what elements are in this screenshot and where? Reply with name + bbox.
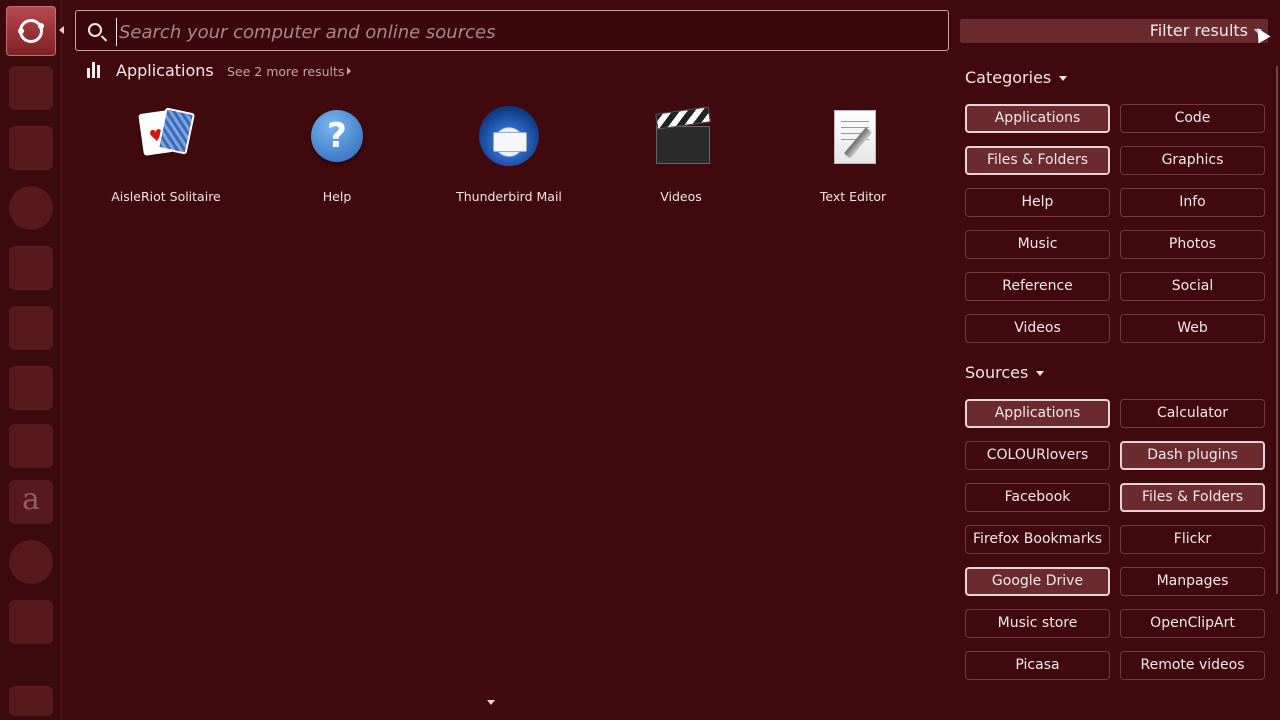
launcher: a <box>0 0 64 720</box>
solitaire-icon: ♥ <box>137 106 196 164</box>
source-filter-button[interactable]: Facebook <box>965 483 1110 512</box>
category-filter-button[interactable]: Social <box>1120 272 1265 301</box>
app-tile-thunderbird[interactable]: Thunderbird Mail <box>429 104 589 214</box>
app-tile-help[interactable]: ? Help <box>257 104 417 214</box>
category-filter-button[interactable]: Music <box>965 230 1110 259</box>
category-filter-button[interactable]: Videos <box>965 314 1110 343</box>
thunderbird-icon <box>479 106 539 166</box>
source-filter-button[interactable]: Dash plugins <box>1120 441 1265 470</box>
amazon-icon[interactable]: a <box>9 480 53 524</box>
launcher-active-arrow-icon <box>59 26 64 34</box>
categories-title: Categories <box>965 68 1052 87</box>
source-filter-button[interactable]: Google Drive <box>965 567 1110 596</box>
results-heading: Applications <box>116 61 214 80</box>
category-filter-button[interactable]: Graphics <box>1120 146 1265 175</box>
videos-icon <box>652 106 711 164</box>
source-filter-button[interactable]: Flickr <box>1120 525 1265 554</box>
app-label: Videos <box>660 189 702 204</box>
see-more-results-link[interactable]: See 2 more results <box>227 64 344 79</box>
category-filter-button[interactable]: Files & Folders <box>965 146 1110 175</box>
category-filter-button[interactable]: Info <box>1120 188 1265 217</box>
app-tile-solitaire[interactable]: ♥ AisleRiot Solitaire <box>86 104 246 214</box>
impress-icon[interactable] <box>9 366 53 410</box>
app-tile-text-editor[interactable]: Text Editor <box>773 104 933 214</box>
dash-home-button[interactable] <box>6 6 56 56</box>
source-filter-button[interactable]: Firefox Bookmarks <box>965 525 1110 554</box>
source-filter-button[interactable]: Manpages <box>1120 567 1265 596</box>
chevron-down-icon <box>1059 76 1068 81</box>
text-editor-icon <box>824 106 882 164</box>
source-filter-button[interactable]: Remote videos <box>1120 651 1265 680</box>
category-filter-button[interactable]: Help <box>965 188 1110 217</box>
trash-icon[interactable] <box>9 686 53 716</box>
app-label: AisleRiot Solitaire <box>111 189 221 204</box>
categories-section-toggle[interactable]: Categories <box>965 68 1068 87</box>
files-icon[interactable] <box>9 66 53 110</box>
app-label: Thunderbird Mail <box>456 189 562 204</box>
chevron-down-icon <box>1036 371 1045 376</box>
source-filter-button[interactable]: Music store <box>965 609 1110 638</box>
calc-icon[interactable] <box>9 306 53 350</box>
source-filter-button[interactable]: OpenClipArt <box>1120 609 1265 638</box>
settings-icon[interactable] <box>9 540 53 584</box>
app-tile-videos[interactable]: Videos <box>601 104 761 214</box>
writer-icon[interactable] <box>9 246 53 290</box>
ubuntu-logo-icon <box>18 19 44 43</box>
source-filter-button[interactable]: Picasa <box>965 651 1110 680</box>
search-box <box>75 10 949 51</box>
category-filter-button[interactable]: Code <box>1120 104 1265 133</box>
browser-icon[interactable] <box>9 126 53 170</box>
category-filter-button[interactable]: Applications <box>965 104 1110 133</box>
app-label: Help <box>322 189 352 204</box>
app-label: Text Editor <box>819 189 887 204</box>
applications-lens-icon <box>87 62 103 78</box>
filter-scrollbar[interactable] <box>1276 66 1278 594</box>
search-input[interactable] <box>116 18 921 46</box>
app-icon[interactable] <box>9 186 53 230</box>
source-filter-button[interactable]: Applications <box>965 399 1110 428</box>
category-filter-button[interactable]: Photos <box>1120 230 1265 259</box>
source-filter-button[interactable]: COLOURlovers <box>965 441 1110 470</box>
filter-results-toggle[interactable]: Filter results <box>960 19 1268 43</box>
source-filter-button[interactable]: Files & Folders <box>1120 483 1265 512</box>
sources-section-toggle[interactable]: Sources <box>965 363 1045 382</box>
search-icon <box>88 23 102 37</box>
category-filter-button[interactable]: Web <box>1120 314 1265 343</box>
expand-arrow-icon[interactable] <box>347 67 351 75</box>
software-center-icon[interactable] <box>9 424 53 468</box>
source-filter-button[interactable]: Calculator <box>1120 399 1265 428</box>
sources-title: Sources <box>965 363 1029 382</box>
filter-results-label: Filter results <box>1149 21 1248 40</box>
category-filter-button[interactable]: Reference <box>965 272 1110 301</box>
help-icon: ? <box>311 110 363 162</box>
more-below-arrow-icon <box>487 700 495 705</box>
workspaces-icon[interactable] <box>9 600 53 644</box>
